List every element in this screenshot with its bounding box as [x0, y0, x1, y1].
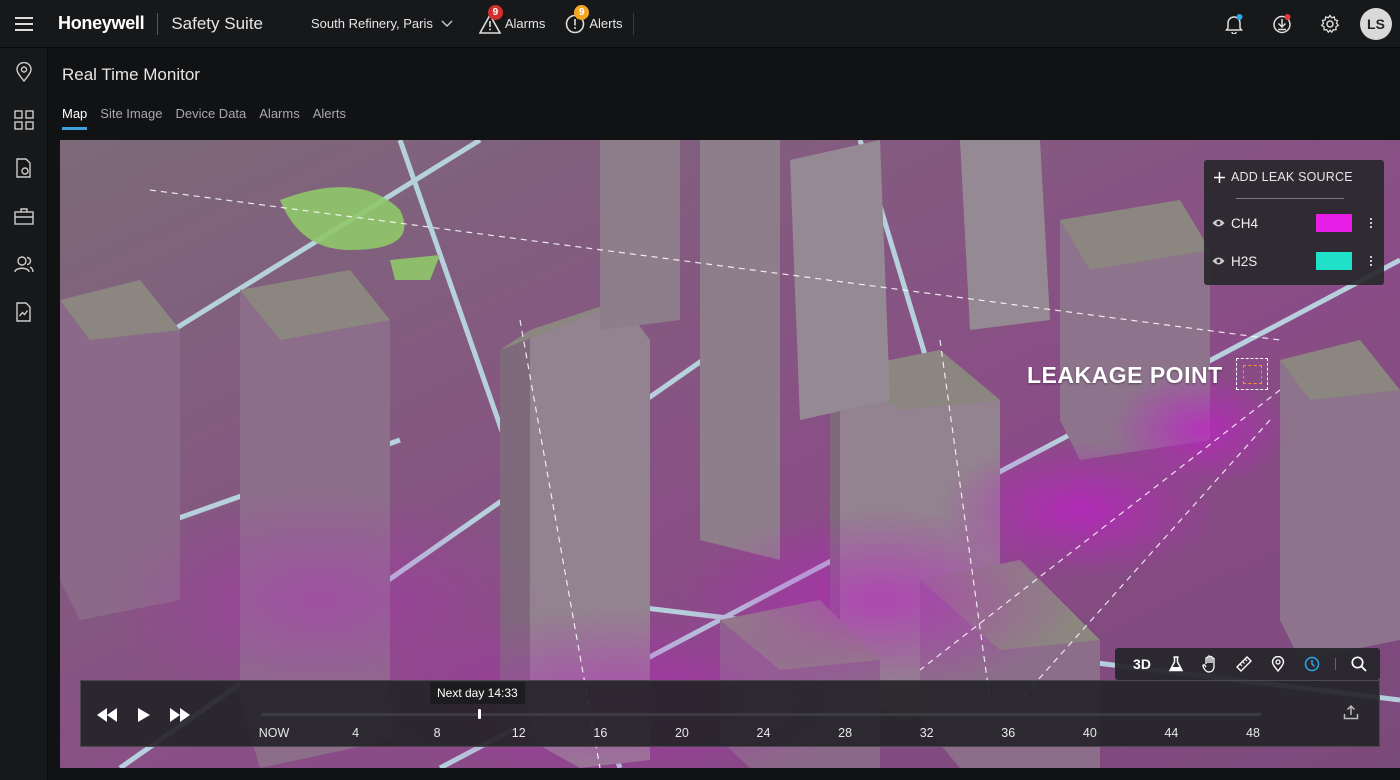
timeline-tooltip: Next day 14:33 — [429, 682, 525, 704]
grid-icon — [14, 110, 34, 130]
tab-map[interactable]: Map — [62, 106, 88, 130]
pin-icon[interactable] — [1261, 648, 1295, 680]
sidebar-item-dashboard[interactable] — [0, 96, 48, 144]
timeline-tick-label: 44 — [1164, 726, 1179, 740]
top-bar: Honeywell Safety Suite South Refinery, P… — [0, 0, 1400, 48]
3d-toggle-button[interactable]: 3D — [1125, 648, 1159, 680]
downloads-button[interactable] — [1258, 0, 1306, 48]
sidebar-item-analytics[interactable] — [0, 288, 48, 336]
eye-icon[interactable] — [1212, 256, 1225, 266]
rewind-icon — [97, 708, 117, 722]
alarms-button[interactable]: 9 Alarms — [478, 4, 546, 34]
timeline-tick-label: 48 — [1246, 726, 1260, 740]
sidebar-item-reports[interactable] — [0, 144, 48, 192]
more-options-icon[interactable] — [1366, 218, 1376, 228]
timeline-tick-label: 28 — [838, 726, 853, 740]
leak-source-panel: ADD LEAK SOURCE CH4 H2S — [1204, 160, 1384, 285]
settings-button[interactable] — [1306, 0, 1354, 48]
alerts-count-badge: 9 — [574, 4, 590, 20]
playback-timeline: Next day 14:33 NOW 4 8 12 16 20 24 28 32 36 40 44 48 — [80, 680, 1380, 747]
tab-device-data[interactable]: Device Data — [175, 106, 246, 130]
notifications-button[interactable] — [1210, 0, 1258, 48]
more-options-icon[interactable] — [1366, 256, 1376, 266]
bell-icon — [1225, 14, 1243, 34]
header-divider — [632, 12, 634, 35]
timeline-tick-label: 32 — [919, 726, 934, 740]
toolbox-icon — [14, 208, 34, 225]
map-toolbar: 3D — [1115, 648, 1380, 680]
toolbar-divider — [1335, 658, 1336, 670]
add-leak-source-button[interactable]: ADD LEAK SOURCE — [1214, 170, 1353, 184]
download-icon — [1273, 14, 1291, 34]
brand-divider — [157, 12, 159, 35]
report-chart-icon — [16, 302, 31, 322]
alarms-count-badge: 9 — [487, 4, 503, 20]
menu-icon[interactable] — [0, 0, 48, 48]
search-icon[interactable] — [1342, 648, 1376, 680]
export-button[interactable] — [1343, 704, 1359, 725]
eye-icon[interactable] — [1212, 218, 1225, 228]
sidebar-item-location[interactable] — [0, 48, 48, 96]
alerts-label: Alerts — [589, 16, 623, 31]
leak-source-row: CH4 — [1212, 211, 1382, 235]
leak-source-name: H2S — [1231, 253, 1258, 269]
leak-source-color-swatch[interactable] — [1316, 252, 1352, 270]
timeline-tick-label: 12 — [511, 726, 526, 740]
timeline-tick-label: 36 — [1001, 726, 1016, 740]
timeline-tick-label: 8 — [433, 726, 441, 740]
brand-logo: Honeywell — [58, 13, 145, 33]
alerts-button[interactable]: 9 Alerts — [565, 4, 623, 34]
timeline-tick-label: 16 — [593, 726, 608, 740]
fast-forward-button[interactable] — [168, 703, 192, 727]
upload-icon — [1343, 704, 1359, 720]
tab-bar: Map Site Image Device Data Alarms Alerts — [62, 106, 346, 130]
product-name: Safety Suite — [171, 13, 263, 33]
fast-forward-icon — [170, 708, 190, 722]
sidebar-item-equipment[interactable] — [0, 192, 48, 240]
play-button[interactable] — [132, 703, 156, 727]
sidebar — [0, 48, 48, 780]
panel-divider — [1236, 198, 1344, 199]
tab-alarms[interactable]: Alarms — [259, 106, 299, 130]
location-pin-icon — [16, 62, 32, 82]
page-title: Real Time Monitor — [62, 65, 200, 84]
leakage-point-marker[interactable] — [1236, 358, 1268, 390]
gear-icon — [1320, 14, 1340, 34]
play-icon — [138, 708, 150, 722]
ruler-icon[interactable] — [1227, 648, 1261, 680]
users-icon — [14, 256, 34, 273]
timeline-tick-label: 40 — [1082, 726, 1097, 740]
plus-icon — [1214, 171, 1225, 183]
leak-source-color-swatch[interactable] — [1316, 214, 1352, 232]
clock-icon[interactable] — [1295, 648, 1329, 680]
timeline-track[interactable] — [261, 713, 1261, 716]
tab-site-image[interactable]: Site Image — [100, 106, 162, 130]
flask-icon[interactable] — [1159, 648, 1193, 680]
timeline-tick-label: 20 — [674, 726, 689, 740]
add-leak-source-label: ADD LEAK SOURCE — [1231, 170, 1353, 184]
timeline-tick-label: NOW — [258, 726, 290, 740]
rewind-button[interactable] — [95, 703, 119, 727]
user-avatar[interactable]: LS — [1360, 8, 1392, 40]
chevron-down-icon — [441, 20, 453, 27]
alarms-label: Alarms — [504, 16, 546, 31]
leak-source-name: CH4 — [1231, 215, 1259, 231]
hand-icon[interactable] — [1193, 648, 1227, 680]
timeline-tick-label: 24 — [756, 726, 771, 740]
sidebar-item-users[interactable] — [0, 240, 48, 288]
site-selector[interactable]: South Refinery, Paris — [311, 16, 453, 31]
timeline-tick-label: 4 — [352, 726, 360, 740]
tab-alerts[interactable]: Alerts — [313, 106, 346, 130]
site-selector-label: South Refinery, Paris — [311, 16, 433, 31]
leakage-point-label: LEAKAGE POINT — [1027, 362, 1223, 388]
leak-source-row: H2S — [1212, 249, 1382, 273]
document-settings-icon — [16, 158, 31, 178]
